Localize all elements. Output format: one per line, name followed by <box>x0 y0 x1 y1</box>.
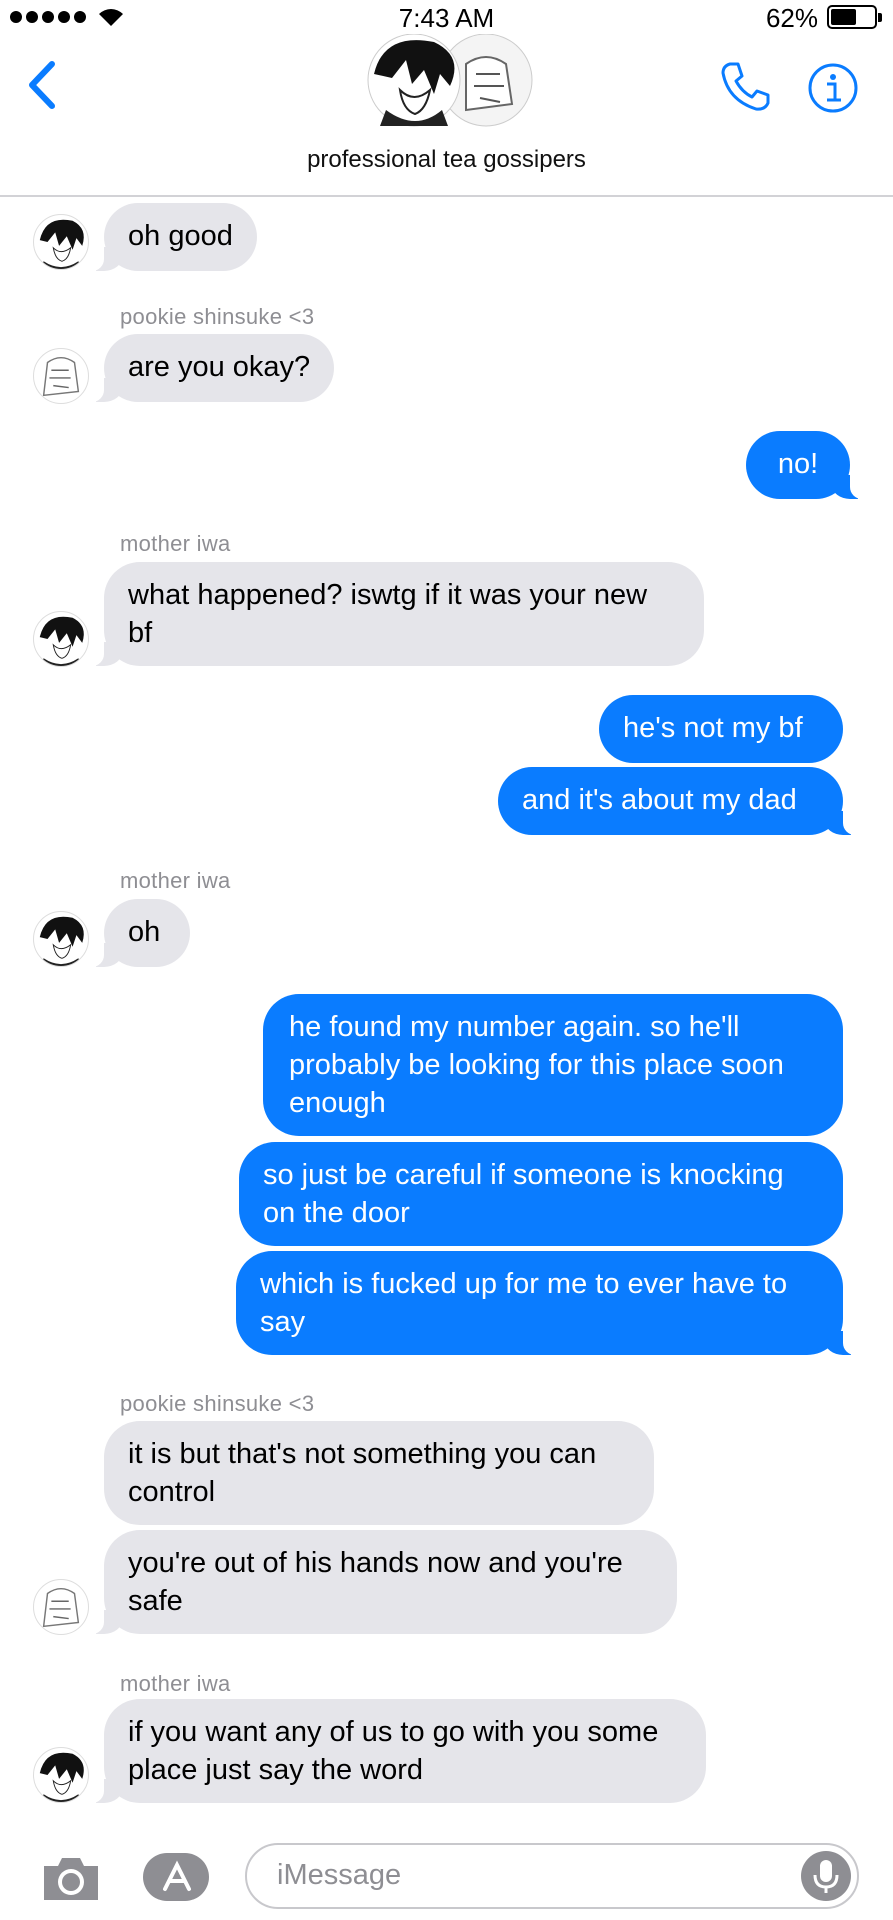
message-bubble-outgoing[interactable]: so just be careful if someone is knockin… <box>239 1142 843 1246</box>
app-store-icon[interactable] <box>141 1851 213 1903</box>
back-chevron-icon[interactable] <box>24 60 60 110</box>
message-bubble-incoming[interactable]: you're out of his hands now and you're s… <box>82 1530 677 1634</box>
message-bubble-incoming[interactable]: if you want any of us to go with you som… <box>82 1699 706 1803</box>
avatar-iwa[interactable] <box>33 1747 89 1803</box>
compose-bar: iMessage <box>0 1826 893 1920</box>
battery-percentage: 62% <box>765 3 818 33</box>
message-bubble-outgoing[interactable]: he's not my bf <box>599 695 843 763</box>
status-time: 7:43 AM <box>398 3 495 33</box>
sender-name: pookie shinsuke <3 <box>120 1391 315 1416</box>
sender-name: mother iwa <box>120 1671 231 1696</box>
info-icon[interactable] <box>807 62 859 114</box>
avatar-shinsuke[interactable] <box>33 348 89 404</box>
message-bubble-incoming[interactable]: what happened? iswtg if it was your new … <box>82 562 704 666</box>
message-bubble-outgoing[interactable]: and it's about my dad <box>498 767 865 835</box>
avatar-shinsuke[interactable] <box>33 1579 89 1635</box>
message-bubble-incoming[interactable]: are you okay? <box>81 334 335 402</box>
avatar-iwa[interactable] <box>33 214 89 270</box>
message-bubble-outgoing[interactable]: no! <box>746 431 872 499</box>
status-bar: 7:43 AM 62% <box>0 0 893 34</box>
message-bubble-incoming[interactable]: it is but that's not something you can c… <box>104 1421 654 1525</box>
battery-fill <box>831 9 856 25</box>
avatar-iwa[interactable] <box>33 911 89 967</box>
group-avatar[interactable] <box>356 34 536 130</box>
message-bubble-incoming[interactable]: oh <box>82 899 190 967</box>
sender-name: pookie shinsuke <3 <box>120 304 315 329</box>
sender-name: mother iwa <box>120 531 231 556</box>
conversation-header: professional tea gossipers <box>0 34 893 197</box>
message-input[interactable]: iMessage <box>245 1843 859 1909</box>
message-bubble-outgoing[interactable]: which is fucked up for me to ever have t… <box>236 1251 865 1355</box>
battery-icon <box>827 5 882 29</box>
microphone-button[interactable] <box>801 1851 851 1901</box>
message-bubble-incoming[interactable]: oh good <box>82 203 257 271</box>
group-name[interactable]: professional tea gossipers <box>0 146 893 174</box>
message-input-placeholder: iMessage <box>277 1859 402 1891</box>
phone-icon[interactable] <box>718 60 772 114</box>
sender-name: mother iwa <box>120 868 231 893</box>
camera-icon[interactable] <box>40 1854 102 1904</box>
microphone-icon <box>813 1860 839 1893</box>
avatar-iwa[interactable] <box>33 611 89 667</box>
message-bubble-outgoing[interactable]: he found my number again. so he'll proba… <box>263 994 843 1136</box>
